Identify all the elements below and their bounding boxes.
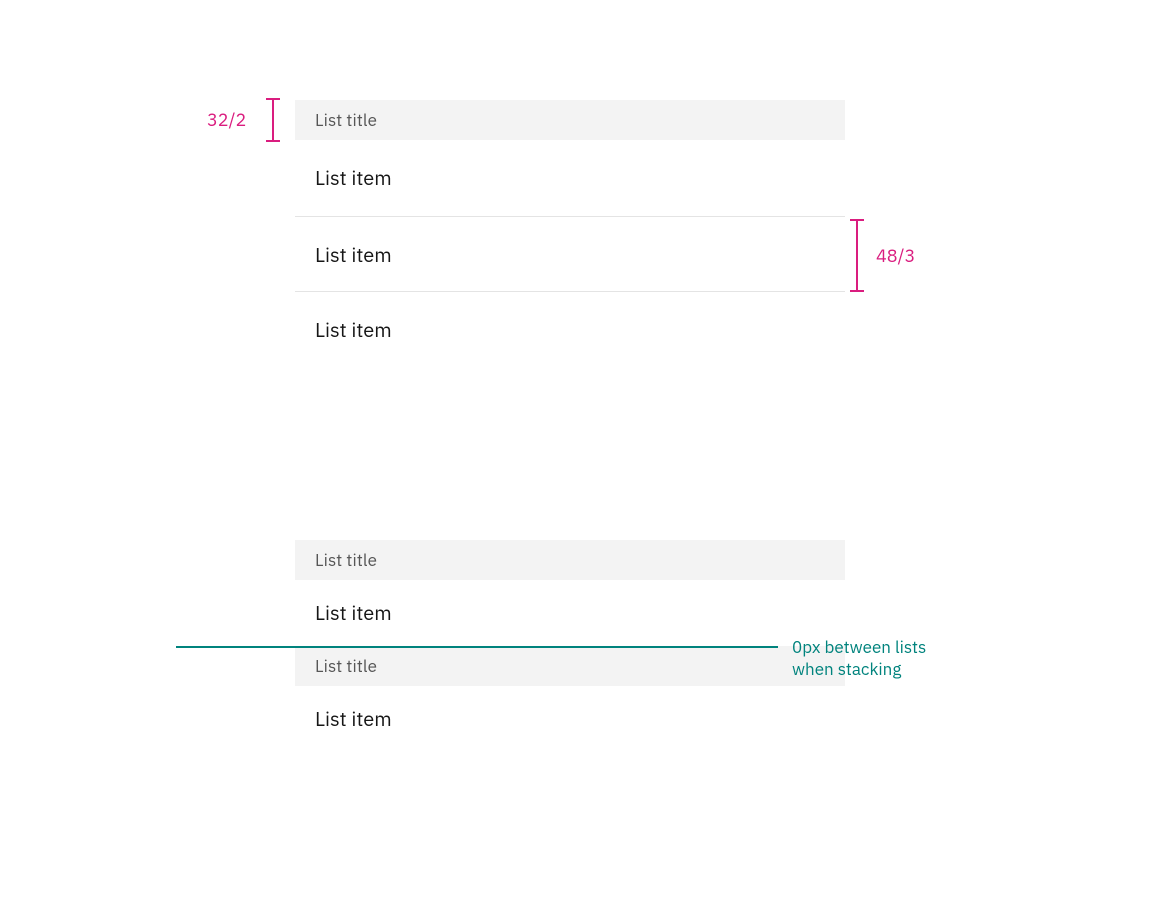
list-item: List item — [295, 216, 845, 292]
annotation-note-line1: 0px between lists — [792, 636, 926, 658]
annotation-note-line2: when stacking — [792, 658, 901, 680]
list-example-1: List title List item List item List item — [295, 100, 845, 368]
list-title: List title — [295, 540, 845, 580]
dimension-label-row: 48/3 — [876, 244, 915, 267]
dimension-bracket-title — [266, 98, 280, 142]
dimension-bracket-row — [850, 219, 864, 292]
spec-canvas: List title List item List item List item… — [0, 0, 1152, 908]
list-title: List title — [295, 100, 845, 140]
dimension-label-title: 32/2 — [207, 108, 246, 131]
list-item: List item — [295, 686, 845, 752]
annotation-note: 0px between lists when stacking — [792, 636, 926, 680]
list-title: List title — [295, 646, 845, 686]
annotation-rule-line — [176, 646, 778, 648]
list-item: List item — [295, 292, 845, 368]
list-item: List item — [295, 140, 845, 216]
list-item: List item — [295, 580, 845, 646]
